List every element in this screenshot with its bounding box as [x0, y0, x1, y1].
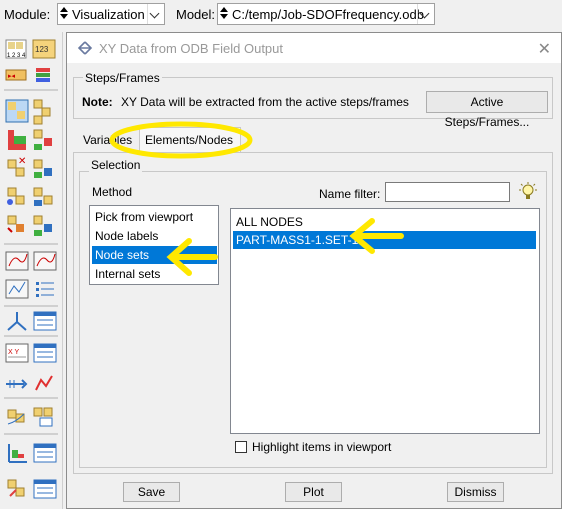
svg-text:▸◂: ▸◂ — [8, 73, 16, 80]
animate-time-icon[interactable] — [7, 187, 25, 205]
highlight-checkbox[interactable] — [235, 441, 247, 453]
tab-elements-nodes[interactable]: Elements/Nodes — [145, 133, 233, 147]
name-filter-label: Name filter: — [319, 187, 381, 201]
dialog-titlebar[interactable]: XY Data from ODB Field Output ✕ — [67, 33, 561, 63]
svg-text:✕: ✕ — [18, 156, 26, 167]
module-label: Module: — [4, 7, 51, 22]
create-xy-data-icon[interactable] — [5, 251, 29, 271]
chevron-down-icon[interactable] — [417, 4, 434, 24]
set-part-mass1-1-set-1[interactable]: PART-MASS1-1.SET-1 — [233, 231, 536, 249]
lightbulb-icon[interactable] — [519, 182, 537, 202]
model-spinner-icon[interactable] — [220, 6, 229, 22]
xy-data-dialog: XY Data from ODB Field Output ✕ Steps/Fr… — [66, 32, 562, 509]
module-spinner-icon[interactable] — [60, 6, 69, 22]
svg-text:X Y: X Y — [8, 349, 19, 356]
node-sets-list[interactable]: ALL NODES PART-MASS1-1.SET-1 — [230, 208, 540, 434]
xy-data-manager-icon[interactable] — [7, 215, 24, 233]
options-table-icon[interactable] — [33, 443, 57, 463]
note-text: XY Data will be extracted from the activ… — [121, 95, 409, 109]
display-group-icon[interactable] — [5, 279, 29, 299]
table-icon[interactable] — [36, 282, 54, 297]
xy-plot-icon[interactable] — [33, 187, 53, 206]
tab-variables[interactable]: Variables — [83, 133, 132, 147]
color-code-icon[interactable] — [7, 409, 25, 425]
svg-text:1 2 3 4: 1 2 3 4 — [7, 53, 26, 59]
material-orientation-icon[interactable]: ✕ — [7, 156, 26, 177]
animate-icon[interactable] — [33, 159, 52, 178]
path-icon[interactable] — [33, 215, 52, 236]
close-icon[interactable]: ✕ — [538, 39, 551, 59]
layers-icon[interactable]: ▸◂ — [5, 69, 27, 81]
highlight-label: Highlight items in viewport — [252, 440, 392, 454]
selection-label: Selection — [89, 158, 143, 172]
dismiss-button[interactable]: Dismiss — [447, 482, 504, 502]
query-numbers-icon[interactable]: 1 2 3 4 — [5, 39, 27, 59]
render-icon[interactable] — [33, 407, 53, 427]
stress-linearize-icon[interactable] — [7, 312, 27, 331]
plot-deformed-icon[interactable] — [33, 99, 51, 125]
plot-contour-icon[interactable] — [8, 130, 26, 150]
overlay-icon[interactable] — [7, 479, 25, 497]
xy-chart-icon[interactable]: X Y — [5, 343, 29, 363]
contour-icon[interactable] — [36, 68, 50, 82]
view-cut-icon[interactable] — [6, 379, 28, 389]
method-label: Method — [92, 185, 133, 199]
model-combo[interactable]: C:/temp/Job-SDOFfrequency.odb — [217, 3, 435, 25]
abaqus-app-icon — [77, 41, 93, 55]
field-output-icon[interactable] — [5, 99, 29, 123]
display-options-icon[interactable] — [35, 375, 53, 391]
free-body-icon[interactable] — [33, 251, 57, 271]
save-button[interactable]: Save — [123, 482, 180, 502]
active-steps-frames-button[interactable]: Active Steps/Frames... — [426, 91, 548, 129]
method-node-labels[interactable]: Node labels — [92, 227, 217, 245]
module-toolbar: Module: Visualization Model: C:/temp/Job… — [0, 0, 562, 30]
model-value: C:/temp/Job-SDOFfrequency.odb — [232, 7, 424, 22]
plot-button[interactable]: Plot — [285, 482, 342, 502]
method-node-sets[interactable]: Node sets — [92, 246, 217, 264]
method-internal-sets[interactable]: Internal sets — [92, 265, 217, 283]
steps-frames-label: Steps/Frames — [83, 71, 162, 85]
chevron-down-icon[interactable] — [147, 4, 164, 24]
module-combo[interactable]: Visualization — [57, 3, 165, 25]
dialog-title: XY Data from ODB Field Output — [99, 41, 283, 56]
name-filter-input[interactable] — [385, 182, 510, 202]
probe-icon[interactable] — [33, 343, 57, 363]
toolbox: 1 2 3 4 123 ▸◂ ✕ X Y — [0, 32, 63, 509]
common-options-icon[interactable] — [33, 479, 57, 499]
symbol-icon[interactable] — [33, 129, 52, 150]
report-icon[interactable] — [33, 311, 57, 331]
axis-icon[interactable] — [8, 444, 27, 463]
method-pick-from-viewport[interactable]: Pick from viewport — [92, 208, 217, 226]
model-label: Model: — [176, 7, 216, 22]
note-label: Note: — [82, 95, 113, 109]
svg-text:123: 123 — [35, 45, 49, 54]
toolbox-icons: 1 2 3 4 123 ▸◂ ✕ X Y — [4, 39, 58, 499]
method-list[interactable]: Pick from viewport Node labels Node sets… — [89, 205, 219, 285]
module-value: Visualization — [72, 7, 145, 22]
set-all-nodes[interactable]: ALL NODES — [233, 213, 536, 231]
numbering-icon[interactable]: 123 — [32, 39, 56, 59]
